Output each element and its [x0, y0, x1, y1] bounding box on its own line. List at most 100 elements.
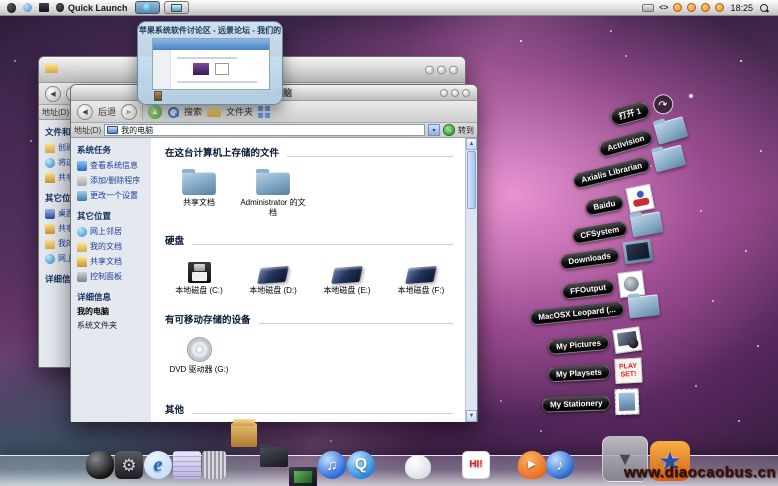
back-button[interactable]: ◀: [77, 104, 93, 120]
browser-preview-thumbnail[interactable]: [152, 38, 270, 90]
file-item-本地磁盘-e[interactable]: 本地磁盘 (E:): [313, 256, 381, 296]
menu-bar-clock[interactable]: 18:25: [730, 3, 753, 13]
sidebar-item-控制面板[interactable]: 控制面板: [77, 271, 149, 282]
documents-icon: [77, 242, 87, 252]
stack-item-my-stationery[interactable]: My Stationery: [542, 388, 640, 417]
globe-icon[interactable]: [23, 3, 32, 12]
file-item-共享文档[interactable]: 共享文档: [165, 168, 233, 219]
qq-face-icon[interactable]: [715, 3, 724, 12]
sidebar-item-查看系统信息[interactable]: 查看系统信息: [77, 160, 149, 171]
browser-icon: [143, 3, 152, 12]
file-item-label: Administrator 的文档: [239, 198, 307, 219]
go-button[interactable]: →: [443, 124, 455, 136]
media-folder-icon[interactable]: [289, 467, 317, 486]
file-item-本地磁盘-d[interactable]: 本地磁盘 (D:): [239, 256, 307, 296]
maximize-button[interactable]: [462, 89, 470, 97]
tray-icon[interactable]: [642, 4, 654, 12]
thumbnail-image: [215, 63, 229, 75]
file-item-本地磁盘-f[interactable]: 本地磁盘 (F:): [387, 256, 455, 296]
menu-bar-right: <> 18:25: [642, 3, 778, 13]
qq-face-icon[interactable]: [673, 3, 682, 12]
section-header: 其他: [165, 402, 453, 416]
folder-icon: [654, 116, 689, 144]
scrollbar[interactable]: ▲ ▼: [465, 138, 477, 422]
sidebar-item-添加-删除程序[interactable]: 添加/删除程序: [77, 175, 149, 186]
folders-icon[interactable]: [207, 107, 221, 117]
my-computer-window[interactable]: 我的电脑 ◀ 后退 ▶ ▲ 搜索 文件夹 地址(D) 我的电脑: [70, 84, 478, 422]
installer-box-icon[interactable]: [231, 423, 257, 447]
small-apple-icon[interactable]: [56, 3, 64, 12]
search-icon[interactable]: [167, 106, 179, 118]
sidebar-item-label: 网上邻居: [90, 226, 122, 237]
internet-explorer-icon[interactable]: e: [144, 451, 172, 479]
sidebar-item-网上邻居[interactable]: 网上邻居: [77, 226, 149, 237]
globe-icon: [45, 158, 55, 168]
menu-bar-left: [0, 3, 64, 13]
scroll-thumb[interactable]: [467, 151, 476, 209]
sidebar-item-更改一个设置[interactable]: 更改一个设置: [77, 190, 149, 201]
forward-button[interactable]: ▶: [121, 104, 137, 120]
stack-item-label: FFOutput: [561, 279, 614, 300]
trash-icon[interactable]: [202, 451, 226, 479]
scroll-track[interactable]: [466, 210, 477, 410]
stack-open-label: 打开 1: [609, 100, 651, 126]
taskbar-preview-popup[interactable]: 苹果系统软件讨论区 - 远景论坛 - 我们的: [137, 21, 283, 105]
minimize-button[interactable]: [451, 89, 459, 97]
spotlight-search-icon[interactable]: [759, 3, 769, 13]
folders-label: 文件夹: [226, 105, 253, 118]
maximize-button[interactable]: [449, 65, 458, 74]
show-in-finder-arrow-icon[interactable]: ↷: [651, 92, 675, 116]
apple-icon[interactable]: [7, 3, 16, 13]
stack-item-my-pictures[interactable]: My Pictures: [547, 327, 642, 359]
back-button[interactable]: ◀: [45, 86, 61, 102]
taskbar-button-browser[interactable]: [135, 1, 160, 14]
file-item-label: 本地磁盘 (C:): [175, 286, 223, 296]
qq-face-icon[interactable]: [701, 3, 710, 12]
file-item-administrator-的文档[interactable]: Administrator 的文档: [239, 168, 307, 219]
close-button[interactable]: [425, 65, 434, 74]
folder-icon: [182, 172, 216, 195]
taskbar-button-computer[interactable]: [164, 1, 189, 14]
system-preferences-icon[interactable]: ⚙: [115, 451, 143, 479]
file-item-label: 本地磁盘 (D:): [249, 286, 297, 296]
section-items: 共享文档 Administrator 的文档: [165, 168, 465, 219]
sidebar-item-共享文档[interactable]: 共享文档: [77, 256, 149, 267]
shared-docs-icon: [77, 257, 87, 267]
file-item-本地磁盘-c[interactable]: 本地磁盘 (C:): [165, 256, 233, 296]
notepad-icon[interactable]: [173, 451, 201, 479]
quicktime-icon[interactable]: Q: [347, 451, 375, 479]
white-pet-icon[interactable]: [405, 455, 431, 479]
watermark: www.diaocaobus.cn: [624, 464, 776, 481]
stack-item-my-playsets[interactable]: My PlaysetsPLAY SET!: [547, 358, 642, 388]
playset-icon: PLAY SET!: [614, 358, 642, 384]
up-button[interactable]: ▲: [148, 105, 162, 119]
tray-icons: <>: [642, 3, 724, 12]
stack-item-label: MacOSX Leopard (...: [530, 301, 625, 326]
file-item-dvd-驱动器-g[interactable]: DVD 驱动器 (G:): [165, 335, 233, 375]
qq-face-icon[interactable]: [687, 3, 696, 12]
finder-apple-icon[interactable]: [86, 451, 114, 479]
close-button[interactable]: [440, 89, 448, 97]
desktop-icon: [45, 209, 55, 219]
sidebar-item-我的文档[interactable]: 我的文档: [77, 241, 149, 252]
folder-shared-icon: [45, 224, 55, 234]
code-icon[interactable]: <>: [659, 4, 668, 12]
thumbnail-image: [193, 63, 209, 75]
views-icon[interactable]: [258, 106, 270, 118]
folder-icon: [652, 145, 686, 173]
sidebar-section-title: 详细信息: [77, 291, 149, 303]
baidu-hi-icon[interactable]: HI!: [462, 451, 490, 479]
thumbnail-sidebar: [153, 50, 171, 89]
music-player-icon[interactable]: ♪: [546, 451, 574, 479]
pictures-icon: [612, 326, 642, 354]
pplive-mascot-icon[interactable]: ▶: [518, 451, 546, 479]
file-item-label: DVD 驱动器 (G:): [169, 365, 228, 375]
address-dropdown[interactable]: ▾: [428, 124, 440, 136]
scroll-down-icon[interactable]: ▼: [466, 410, 477, 422]
black-folder-icon[interactable]: [260, 447, 288, 467]
address-input[interactable]: 我的电脑: [104, 124, 425, 136]
minimize-button[interactable]: [437, 65, 446, 74]
flag-icon[interactable]: [39, 3, 49, 12]
scroll-up-icon[interactable]: ▲: [466, 138, 477, 150]
itunes-icon[interactable]: ♫: [318, 451, 346, 479]
